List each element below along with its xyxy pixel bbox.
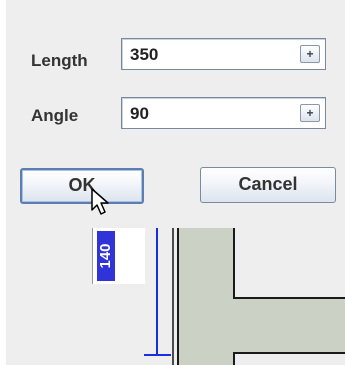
drawing-canvas[interactable]: 140 (6, 228, 345, 365)
length-value[interactable]: 350 (130, 45, 158, 65)
cancel-button[interactable]: Cancel (200, 167, 336, 203)
spinner-plus-icon: + (306, 47, 314, 61)
dimension-label[interactable]: 140 (97, 231, 115, 281)
length-angle-dialog: Length 350 + Angle 90 + OK Cancel (6, 0, 345, 228)
wall-outline (172, 228, 174, 365)
angle-label: Angle (31, 106, 79, 125)
dimension-label-text: 140 (97, 243, 114, 269)
angle-spinner-button[interactable]: + (300, 104, 320, 122)
wall-segment-vertical[interactable] (177, 228, 235, 365)
angle-value[interactable]: 90 (130, 104, 149, 124)
dimension-line (156, 228, 158, 356)
wall-segment-horizontal[interactable] (233, 297, 345, 354)
dimension-line-cap (144, 354, 171, 356)
length-spinner[interactable]: 350 + (121, 38, 326, 70)
length-label: Length (31, 51, 88, 70)
arrow-pointer-icon (91, 188, 109, 215)
ok-button[interactable]: OK (20, 168, 144, 204)
angle-spinner[interactable]: 90 + (121, 97, 326, 129)
dimension-tag: 140 (92, 228, 145, 284)
spinner-plus-icon: + (306, 106, 314, 120)
length-spinner-button[interactable]: + (300, 45, 320, 63)
